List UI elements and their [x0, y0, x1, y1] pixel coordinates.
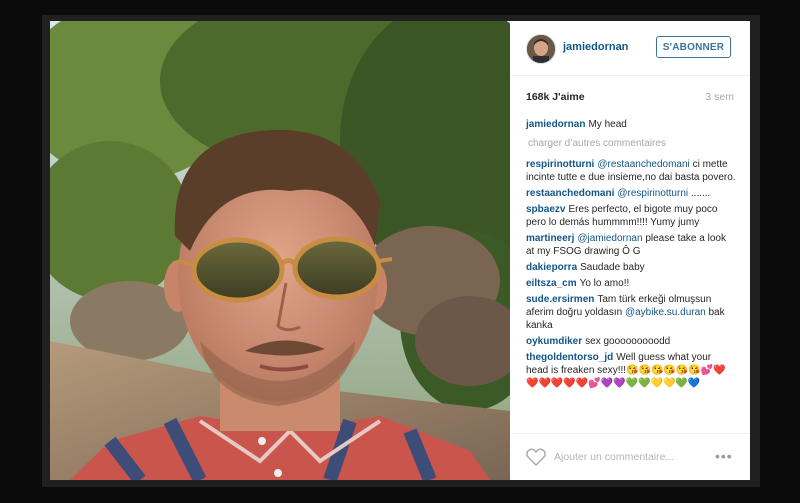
post-footer: Ajouter un commentaire... •••: [510, 433, 750, 481]
comment-item: restaanchedomani @respirinotturni .......: [526, 187, 736, 200]
comment-item: sude.ersirmen Tam türk erkeği olmuşsun af…: [526, 293, 736, 332]
post-header: jamiedornan S'ABONNER: [510, 21, 750, 76]
comment-username[interactable]: restaanchedomani: [526, 188, 614, 199]
comment-mention[interactable]: @respirinotturni: [617, 188, 688, 199]
comment-username[interactable]: jamiedornan: [526, 119, 585, 130]
post-time[interactable]: 3 sem: [705, 91, 734, 103]
like-heart-icon[interactable]: [526, 448, 546, 466]
post-photo[interactable]: [50, 21, 510, 480]
comment-username[interactable]: martineerj: [526, 233, 574, 244]
comment-item: martineerj @jamiedornan please take a loo…: [526, 232, 736, 258]
caption: jamiedornan My head: [526, 118, 736, 131]
comment-mention[interactable]: @restaanchedomani: [597, 159, 689, 170]
comment-username[interactable]: dakieporra: [526, 262, 577, 273]
comment-text: My head: [588, 119, 627, 130]
comment-list: jamiedornan My head charger d’autres comm…: [526, 118, 736, 393]
follow-button[interactable]: S'ABONNER: [656, 36, 731, 58]
comment-item: oykumdiker sex gooooooooodd: [526, 335, 736, 348]
comment-username[interactable]: eiltsza_cm: [526, 278, 577, 289]
comment-item: spbaezv Eres perfecto, el bigote muy poco…: [526, 203, 736, 229]
comment-mention[interactable]: @jamiedornan: [577, 233, 642, 244]
comment-mention[interactable]: @aybike.su.duran: [625, 307, 706, 318]
comment-username[interactable]: sude.ersirmen: [526, 294, 594, 305]
avatar[interactable]: [526, 34, 556, 64]
comment-username[interactable]: oykumdiker: [526, 336, 582, 347]
comment-text: Saudade baby: [580, 262, 645, 273]
header-username[interactable]: jamiedornan: [563, 41, 628, 53]
comment-item: thegoldentorso_jd Well guess what your he…: [526, 351, 736, 390]
comment-username[interactable]: respirinotturni: [526, 159, 594, 170]
comment-username[interactable]: thegoldentorso_jd: [526, 352, 613, 363]
comment-text: sex gooooooooodd: [585, 336, 671, 347]
comment-item: dakieporra Saudade baby: [526, 261, 736, 274]
load-more-comments-link[interactable]: charger d’autres commentaires: [528, 137, 736, 150]
post-stats: 168k J'aime 3 sem: [526, 91, 734, 105]
add-comment-input[interactable]: Ajouter un commentaire...: [554, 451, 674, 463]
comment-username[interactable]: spbaezv: [526, 204, 565, 215]
comment-item: eiltsza_cm Yo lo amo!!: [526, 277, 736, 290]
like-count[interactable]: 168k J'aime: [526, 91, 585, 103]
comment-text: Yo lo amo!!: [579, 278, 630, 289]
comment-item: respirinotturni @restaanchedomani ci mett…: [526, 158, 736, 184]
comment-text: .......: [690, 188, 711, 199]
post-panel: jamiedornan S'ABONNER 168k J'aime 3 sem …: [510, 21, 750, 480]
more-options-icon[interactable]: •••: [715, 448, 733, 464]
